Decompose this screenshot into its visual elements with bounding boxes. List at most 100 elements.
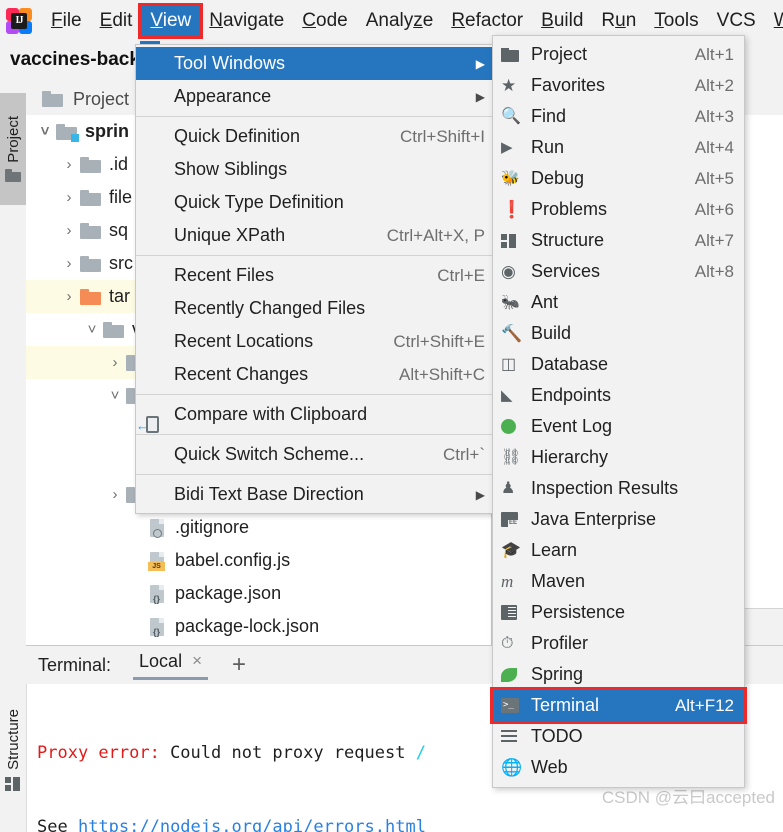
terminal-link[interactable]: https://nodejs.org/api/errors.html [78, 817, 426, 832]
menu-item-show-siblings[interactable]: Show Siblings [136, 153, 497, 186]
tree-row[interactable]: › JS babel.config.js [26, 544, 491, 577]
submenu-item-label: Services [531, 261, 601, 281]
menu-window[interactable]: W [765, 6, 783, 36]
menu-item-compare-with-clipboard[interactable]: ← Compare with Clipboard [136, 398, 497, 433]
submenu-item-inspection-results[interactable]: ♟ Inspection Results [493, 473, 744, 504]
menu-item-quick-type-definition[interactable]: Quick Type Definition [136, 186, 497, 219]
submenu-item-label: Inspection Results [531, 478, 679, 498]
menu-item-quick-definition[interactable]: Quick Definition Ctrl+Shift+I [136, 120, 497, 153]
submenu-item-terminal[interactable]: Terminal Alt+F12 [490, 687, 747, 724]
terminal-tab-local[interactable]: Local × [133, 651, 208, 680]
tree-item-label: sq [109, 220, 129, 240]
menu-item-appearance[interactable]: Appearance ▶ [136, 80, 497, 113]
chevron-down-icon[interactable]: ˅ [104, 387, 126, 404]
submenu-item-project[interactable]: Project Alt+1 [493, 39, 744, 70]
chevron-right-icon[interactable]: › [58, 222, 80, 239]
tree-row[interactable]: › .gitignore [26, 511, 491, 544]
rail-button-structure[interactable]: Structure [0, 691, 26, 809]
submenu-item-web[interactable]: 🌐 Web [493, 752, 744, 783]
submenu-item-persistence[interactable]: Persistence [493, 597, 744, 628]
chevron-right-icon[interactable]: › [58, 255, 80, 272]
submenu-item-todo[interactable]: TODO [493, 721, 744, 752]
submenu-item-favorites[interactable]: ★ Favorites Alt+2 [493, 70, 744, 101]
menu-edit[interactable]: Edit [91, 6, 142, 36]
submenu-item-hierarchy[interactable]: ⛓ Hierarchy [493, 442, 744, 473]
tree-item-label: file [109, 187, 133, 207]
menu-file[interactable]: File [42, 6, 91, 36]
submenu-item-spring[interactable]: Spring [493, 659, 744, 690]
submenu-item-find[interactable]: 🔍 Find Alt+3 [493, 101, 744, 132]
submenu-item-structure[interactable]: Structure Alt+7 [493, 225, 744, 256]
submenu-item-run[interactable]: ▶ Run Alt+4 [493, 132, 744, 163]
structure-icon [501, 233, 531, 248]
menu-item-shortcut: Ctrl+` [442, 444, 485, 464]
submenu-item-java-enterprise[interactable]: Java Enterprise [493, 504, 744, 535]
submenu-item-shortcut: Alt+4 [694, 137, 734, 157]
submenu-item-label: Maven [531, 571, 586, 591]
chevron-right-icon[interactable]: › [104, 354, 126, 371]
menu-item-label: Quick Switch Scheme... [174, 444, 365, 464]
submenu-item-services[interactable]: ◉ Services Alt+8 [493, 256, 744, 287]
submenu-item-build[interactable]: 🔨 Build [493, 318, 744, 349]
close-icon[interactable]: × [192, 651, 202, 671]
submenu-item-learn[interactable]: 🎓 Learn [493, 535, 744, 566]
menu-view[interactable]: View [138, 2, 204, 39]
menu-item-unique-xpath[interactable]: Unique XPath Ctrl+Alt+X, P [136, 219, 497, 252]
chevron-right-icon[interactable]: › [104, 486, 126, 503]
hierarchy-icon: ⛓ [501, 448, 522, 466]
menu-refactor[interactable]: Refactor [442, 6, 532, 36]
menu-tools[interactable]: Tools [645, 6, 707, 36]
submenu-item-profiler[interactable]: ⏱ Profiler [493, 628, 744, 659]
menu-item-quick-switch-scheme[interactable]: Quick Switch Scheme... Ctrl+` [136, 438, 497, 471]
chevron-right-icon[interactable]: › [58, 156, 80, 173]
submenu-item-database[interactable]: ◫ Database [493, 349, 744, 380]
chevron-down-icon[interactable]: ˅ [81, 321, 103, 338]
menu-separator [136, 255, 497, 256]
menu-item-recent-changes[interactable]: Recent Changes Alt+Shift+C [136, 358, 497, 391]
submenu-item-ant[interactable]: 🐜 Ant [493, 287, 744, 318]
menu-item-recently-changed-files[interactable]: Recently Changed Files [136, 292, 497, 325]
chevron-down-icon[interactable]: ˅ [34, 123, 56, 140]
add-terminal-icon[interactable]: + [232, 653, 246, 677]
submenu-item-label: TODO [531, 726, 583, 746]
todo-list-icon [501, 730, 531, 743]
submenu-item-label: Persistence [531, 602, 626, 622]
left-tool-rail: Project Structure [0, 83, 27, 832]
submenu-item-label: Build [531, 323, 572, 343]
folder-icon [501, 47, 531, 62]
chevron-right-icon[interactable]: › [58, 189, 80, 206]
json-file-icon: {} [148, 617, 167, 637]
submenu-item-maven[interactable]: m Maven [493, 566, 744, 597]
hammer-icon: 🔨 [501, 324, 523, 343]
menu-item-tool-windows[interactable]: Tool Windows ▶ [136, 47, 497, 80]
tree-row[interactable]: › {} package-lock.json [26, 610, 491, 643]
tree-item-label: package.json [175, 583, 282, 603]
menu-item-recent-files[interactable]: Recent Files Ctrl+E [136, 259, 497, 292]
submenu-item-event-log[interactable]: Event Log [493, 411, 744, 442]
submenu-item-endpoints[interactable]: ◣ Endpoints [493, 380, 744, 411]
menu-item-recent-locations[interactable]: Recent Locations Ctrl+Shift+E [136, 325, 497, 358]
menu-item-shortcut: Ctrl+Alt+X, P [386, 225, 485, 245]
submenu-item-label: Run [531, 137, 565, 157]
submenu-item-shortcut: Alt+6 [694, 199, 734, 219]
submenu-item-label: Endpoints [531, 385, 612, 405]
menu-item-label: Bidi Text Base Direction [174, 484, 364, 504]
menu-item-label: Show Siblings [174, 159, 288, 179]
menu-separator [136, 116, 497, 117]
tree-spacer: › [126, 618, 148, 635]
chevron-right-icon[interactable]: › [58, 288, 80, 305]
tree-row[interactable]: › {} package.json [26, 577, 491, 610]
submenu-item-debug[interactable]: 🐝 Debug Alt+5 [493, 163, 744, 194]
tree-item-label: src [109, 253, 133, 273]
json-file-icon: {} [148, 584, 167, 604]
menu-code[interactable]: Code [293, 6, 356, 36]
java-enterprise-icon [501, 512, 531, 527]
rail-button-project[interactable]: Project [0, 93, 26, 205]
menu-navigate[interactable]: Navigate [200, 6, 293, 36]
menu-build[interactable]: Build [532, 6, 592, 36]
submenu-item-problems[interactable]: ❗ Problems Alt+6 [493, 194, 744, 225]
menu-analyze[interactable]: Analyze [357, 6, 443, 36]
menu-vcs[interactable]: VCS [708, 6, 765, 36]
menu-item-bidi-text-base-direction[interactable]: Bidi Text Base Direction ▶ [136, 478, 497, 511]
menu-run[interactable]: Run [592, 6, 645, 36]
